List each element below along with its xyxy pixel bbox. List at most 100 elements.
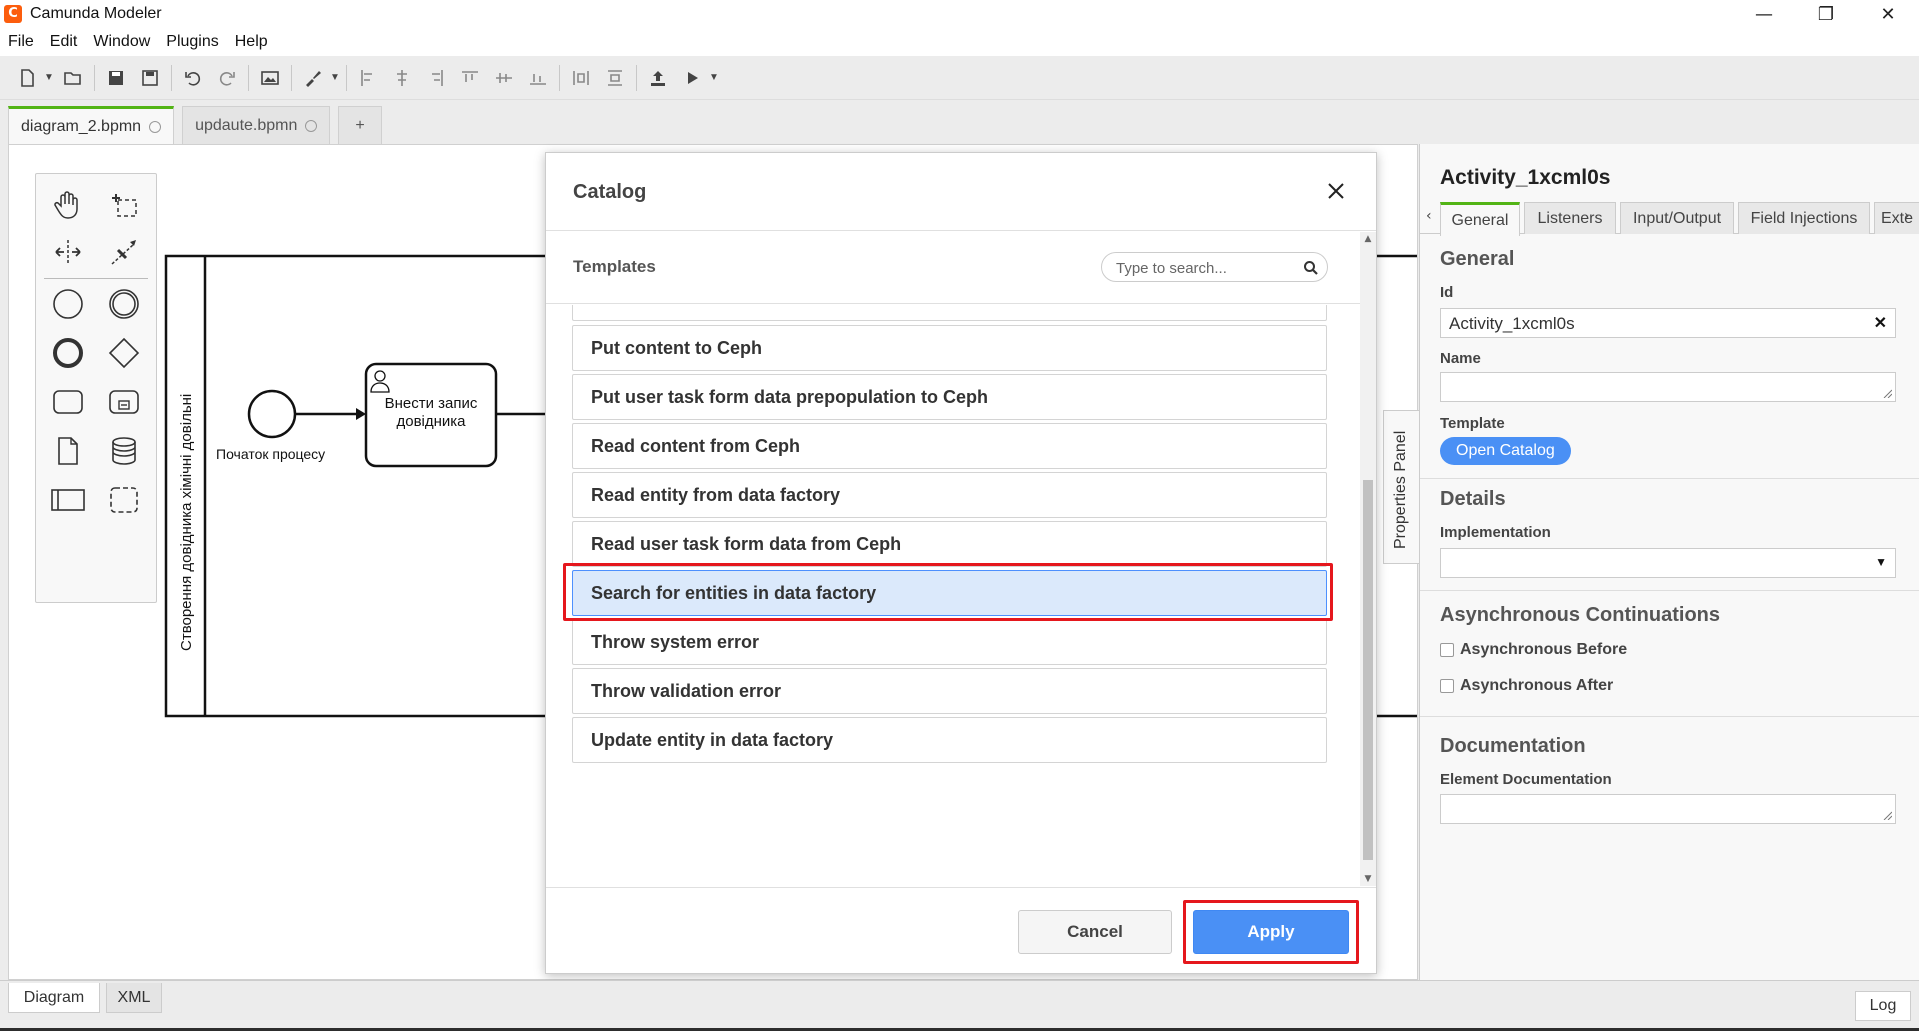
- template-item[interactable]: Put content to Ceph: [572, 325, 1327, 371]
- data-object-tool-icon[interactable]: [46, 429, 90, 473]
- window-title: Camunda Modeler: [30, 5, 162, 22]
- template-list[interactable]: Put content to Ceph Put user task form d…: [546, 305, 1360, 885]
- intermediate-event-tool-icon[interactable]: [102, 282, 146, 326]
- distribute-vertical-button[interactable]: [598, 62, 632, 94]
- ptab-field-injections[interactable]: Field Injections: [1738, 202, 1870, 234]
- tab-close-icon[interactable]: [149, 120, 162, 133]
- tab-updaute[interactable]: updaute.bpmn: [182, 106, 331, 144]
- pool-shape[interactable]: [164, 254, 598, 718]
- menu-help[interactable]: Help: [235, 33, 268, 51]
- align-middle-button[interactable]: [487, 62, 521, 94]
- template-item[interactable]: Put user task form data prepopulation to…: [572, 374, 1327, 420]
- toolbar-separator: [171, 64, 172, 91]
- menu-window[interactable]: Window: [93, 33, 150, 51]
- lasso-tool-icon[interactable]: [102, 182, 146, 226]
- space-tool-icon[interactable]: [46, 230, 90, 274]
- group-tool-icon[interactable]: [102, 478, 146, 522]
- tab-close-icon[interactable]: [305, 119, 318, 132]
- undo-button[interactable]: [176, 62, 210, 94]
- xml-view-tab[interactable]: XML: [106, 983, 162, 1013]
- new-file-button[interactable]: [10, 62, 44, 94]
- data-store-tool-icon[interactable]: [102, 429, 146, 473]
- details-heading: Details: [1440, 488, 1506, 510]
- ptab-general[interactable]: General: [1440, 202, 1520, 236]
- menu-edit[interactable]: Edit: [50, 33, 78, 51]
- log-button[interactable]: Log: [1855, 991, 1911, 1021]
- list-item-partial[interactable]: [572, 305, 1327, 321]
- clear-icon[interactable]: ✕: [1874, 313, 1887, 333]
- align-top-button[interactable]: [453, 62, 487, 94]
- align-bottom-button[interactable]: [521, 62, 555, 94]
- tab-diagram-2[interactable]: diagram_2.bpmn: [8, 106, 175, 144]
- hand-tool-icon[interactable]: [46, 182, 90, 226]
- image-icon: [261, 70, 279, 85]
- template-item[interactable]: Update entity in data factory: [572, 717, 1327, 763]
- open-file-button[interactable]: [56, 62, 90, 94]
- close-icon[interactable]: [1324, 179, 1348, 203]
- subprocess-tool-icon[interactable]: [102, 380, 146, 424]
- minimize-button[interactable]: —: [1733, 0, 1795, 28]
- template-item[interactable]: Throw validation error: [572, 668, 1327, 714]
- tabs-scroll-left-icon[interactable]: ‹: [1426, 208, 1432, 224]
- name-input[interactable]: [1440, 372, 1896, 402]
- template-search-input[interactable]: [1116, 258, 1296, 278]
- restore-button[interactable]: ❐: [1795, 0, 1857, 28]
- gateway-tool-icon[interactable]: [102, 331, 146, 375]
- ptab-extensions[interactable]: Exte: [1874, 202, 1919, 234]
- start-instance-caret-icon[interactable]: ▼: [709, 72, 721, 83]
- new-tab-button[interactable]: +: [338, 106, 382, 144]
- menu-file[interactable]: File: [8, 33, 34, 51]
- menu-plugins[interactable]: Plugins: [166, 33, 218, 51]
- template-item[interactable]: Read entity from data factory: [572, 472, 1327, 518]
- scroll-up-icon[interactable]: ▲: [1360, 232, 1376, 246]
- new-file-caret-icon[interactable]: ▼: [44, 72, 56, 83]
- implementation-select[interactable]: ▼: [1440, 548, 1896, 578]
- checkbox-icon[interactable]: [1440, 679, 1454, 693]
- play-icon: [688, 71, 698, 84]
- scroll-down-icon[interactable]: ▼: [1360, 872, 1376, 886]
- properties-panel-toggle[interactable]: Properties Panel: [1383, 410, 1419, 564]
- section-divider: [1420, 590, 1919, 591]
- color-picker-caret-icon[interactable]: ▼: [330, 72, 342, 83]
- async-after-checkbox[interactable]: Asynchronous After: [1440, 677, 1613, 695]
- apply-button[interactable]: Apply: [1193, 910, 1349, 954]
- start-event-shape[interactable]: [247, 389, 297, 439]
- distribute-horizontal-button[interactable]: [564, 62, 598, 94]
- ptab-listeners[interactable]: Listeners: [1524, 202, 1616, 234]
- save-as-button[interactable]: [133, 62, 167, 94]
- search-icon[interactable]: [1303, 260, 1319, 276]
- export-image-button[interactable]: [253, 62, 287, 94]
- save-button[interactable]: [99, 62, 133, 94]
- menu-bar: File Edit Window Plugins Help: [0, 28, 1919, 56]
- redo-button[interactable]: [210, 62, 244, 94]
- align-center-button[interactable]: [385, 62, 419, 94]
- redo-icon: [219, 71, 235, 86]
- scroll-thumb[interactable]: [1363, 480, 1373, 860]
- deploy-button[interactable]: [641, 62, 675, 94]
- end-event-tool-icon[interactable]: [46, 331, 90, 375]
- align-right-button[interactable]: [419, 62, 453, 94]
- checkbox-icon[interactable]: [1440, 643, 1454, 657]
- diagram-view-tab[interactable]: Diagram: [8, 983, 100, 1013]
- element-documentation-input[interactable]: [1440, 794, 1896, 824]
- start-event-tool-icon[interactable]: [46, 282, 90, 326]
- id-input[interactable]: Activity_1xcml0s ✕: [1440, 308, 1896, 338]
- color-picker-button[interactable]: [296, 62, 330, 94]
- pool-tool-icon[interactable]: [46, 478, 90, 522]
- template-item[interactable]: Read user task form data from Ceph: [572, 521, 1327, 567]
- task-tool-icon[interactable]: [46, 380, 90, 424]
- window-controls: — ❐ ✕: [1733, 0, 1919, 28]
- template-item[interactable]: Read content from Ceph: [572, 423, 1327, 469]
- align-left-button[interactable]: [351, 62, 385, 94]
- global-connect-tool-icon[interactable]: [102, 230, 146, 274]
- ptab-input-output[interactable]: Input/Output: [1620, 202, 1734, 234]
- tabs-scroll-right-icon[interactable]: ›: [1904, 208, 1910, 224]
- close-window-button[interactable]: ✕: [1857, 0, 1919, 28]
- open-catalog-button[interactable]: Open Catalog: [1440, 437, 1571, 465]
- template-item-selected[interactable]: Search for entities in data factory: [572, 570, 1327, 616]
- async-before-checkbox[interactable]: Asynchronous Before: [1440, 641, 1627, 659]
- cancel-button[interactable]: Cancel: [1018, 910, 1172, 954]
- start-instance-button[interactable]: [675, 62, 709, 94]
- list-scrollbar[interactable]: ▲ ▼: [1360, 232, 1376, 886]
- template-item[interactable]: Throw system error: [572, 619, 1327, 665]
